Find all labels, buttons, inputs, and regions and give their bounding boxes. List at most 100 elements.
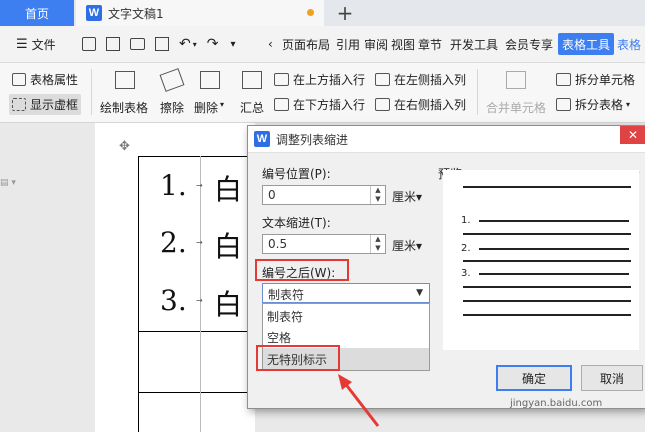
preview-line <box>463 300 631 302</box>
writer-logo-icon: W <box>254 131 270 147</box>
erase-label: 擦除 <box>160 101 185 115</box>
table-border <box>200 156 201 432</box>
spinner-arrows-icon[interactable]: ▲ ▼ <box>370 235 385 253</box>
menu-scroll-left[interactable]: ‹ <box>268 26 273 62</box>
cell-text: 白 <box>214 230 243 263</box>
insert-col-right-button[interactable]: 在右侧插入列 <box>375 96 466 113</box>
tab-document[interactable]: W 文字文稿1 <box>76 0 324 26</box>
menu-item-layout[interactable]: 页面布局 <box>282 26 330 62</box>
text-indent-input[interactable]: 0.5 ▲ ▼ <box>262 234 386 254</box>
delete-table-icon <box>200 71 220 89</box>
print-preview-icon[interactable] <box>155 37 169 51</box>
tab-home[interactable]: 首页 <box>0 0 74 26</box>
insert-col-right-label: 在右侧插入列 <box>394 98 467 112</box>
table-move-handle-icon[interactable]: ✥ <box>119 139 130 154</box>
number-position-value: 0 <box>268 188 276 202</box>
table-properties-label: 表格属性 <box>30 73 79 87</box>
preview-line <box>463 286 631 288</box>
unit-select[interactable]: 厘米▾ <box>392 188 422 205</box>
summary-label: 汇总 <box>240 101 265 115</box>
menu-bar: ☰ 文件 ↶ ▾ ↷ ▾ ‹ 页面布局 引用 审阅 视图 章节 开发工具 会员专… <box>0 26 645 63</box>
split-table-button[interactable]: 拆分表格 ▾ <box>556 96 630 113</box>
annotation-arrow-icon <box>338 374 380 427</box>
export-icon[interactable] <box>106 37 120 51</box>
menu-item-table-tools[interactable]: 表格工具 <box>558 33 615 55</box>
highlight-box <box>256 345 340 371</box>
file-menu[interactable]: ☰ 文件 <box>16 26 56 62</box>
chevron-down-icon: ▼ <box>416 288 423 298</box>
show-gridlines-button[interactable]: 显示虚框 <box>9 94 82 115</box>
preview-line <box>479 273 629 275</box>
menu-item-view[interactable]: 视图 <box>391 26 415 62</box>
summary-button[interactable]: 汇总 <box>238 69 266 117</box>
table-properties-icon <box>12 73 26 86</box>
undo-dropdown-icon[interactable]: ▾ <box>193 40 197 49</box>
nav-pane-toggle[interactable]: ▤ ▾ <box>0 178 16 188</box>
text-indent-label: 文本缩进(T): <box>262 216 331 230</box>
show-gridlines-label: 显示虚框 <box>30 98 79 112</box>
menu-item-developer[interactable]: 开发工具 <box>450 26 498 62</box>
text-indent-value: 0.5 <box>268 237 288 251</box>
chevron-down-icon: ▾ <box>626 100 631 109</box>
close-button[interactable]: ✕ <box>620 126 645 144</box>
ok-button[interactable]: 确定 <box>496 365 572 391</box>
more-icon[interactable]: ▾ <box>230 39 235 50</box>
print-icon[interactable] <box>130 38 145 50</box>
menu-item-table-style[interactable]: 表格 <box>617 26 641 62</box>
ribbon-divider <box>91 69 92 115</box>
spinner-arrows-icon[interactable]: ▲ ▼ <box>370 186 385 204</box>
document-icon: ▤ <box>0 178 9 188</box>
undo-icon[interactable]: ↶ <box>179 36 191 52</box>
insert-row-below-icon <box>274 98 289 111</box>
preview-number: 2. <box>461 243 471 254</box>
gridlines-icon <box>12 98 26 111</box>
cancel-button[interactable]: 取消 <box>581 365 643 391</box>
chevron-down-icon: ▾ <box>11 178 16 188</box>
preview-line <box>463 314 631 316</box>
option-tab[interactable]: 制表符 <box>263 305 429 327</box>
delete-button[interactable]: 删除 ▾ <box>194 69 230 117</box>
insert-col-left-icon <box>375 73 390 86</box>
insert-row-above-icon <box>274 73 289 86</box>
split-table-icon <box>556 98 571 111</box>
new-tab-button[interactable]: + <box>334 0 356 26</box>
insert-row-below-button[interactable]: 在下方插入行 <box>274 96 365 113</box>
chevron-down-icon: ▾ <box>220 100 225 109</box>
preview-line <box>479 220 629 222</box>
split-cells-button[interactable]: 拆分单元格 <box>556 71 635 88</box>
menu-item-references[interactable]: 引用 <box>336 26 360 62</box>
dialog-titlebar[interactable]: W 调整列表缩进 ✕ <box>248 126 645 153</box>
menu-item-sections[interactable]: 章节 <box>418 26 442 62</box>
menu-item-member[interactable]: 会员专享 <box>505 26 553 62</box>
dialog-title: 调整列表缩进 <box>276 132 349 147</box>
erase-button[interactable]: 擦除 <box>158 68 186 117</box>
redo-icon[interactable]: ↷ <box>207 36 219 52</box>
preview-box: 1. 2. 3. <box>443 170 639 350</box>
preview-line <box>479 248 629 250</box>
menu-item-review[interactable]: 审阅 <box>364 26 388 62</box>
insert-row-above-button[interactable]: 在上方插入行 <box>274 71 365 88</box>
list-number: 2. <box>160 226 187 259</box>
save-icon[interactable] <box>82 37 96 51</box>
merge-cells-button[interactable]: 合并单元格 <box>486 69 548 117</box>
tab-mark-icon: → <box>196 296 203 305</box>
draw-table-icon <box>115 71 135 89</box>
preview-line <box>463 260 631 262</box>
unit-select[interactable]: 厘米▾ <box>392 237 422 254</box>
insert-col-left-button[interactable]: 在左侧插入列 <box>375 71 466 88</box>
merge-cells-label: 合并单元格 <box>486 101 547 115</box>
document-title: 文字文稿1 <box>108 6 164 21</box>
table-properties-button[interactable]: 表格属性 <box>12 71 78 88</box>
draw-table-button[interactable]: 绘制表格 <box>100 69 152 117</box>
table-border <box>138 156 248 157</box>
preview-line <box>463 233 631 235</box>
split-cells-label: 拆分单元格 <box>575 73 636 87</box>
adjust-list-indent-dialog: W 调整列表缩进 ✕ 编号位置(P): 0 ▲ ▼ 厘米▾ 文本缩进(T): 0.… <box>247 125 645 409</box>
hamburger-icon: ☰ <box>16 36 28 52</box>
preview-number: 3. <box>461 268 471 279</box>
draw-table-label: 绘制表格 <box>100 101 149 115</box>
table-border <box>138 392 248 393</box>
after-number-select[interactable]: 制表符 ▼ <box>262 283 430 303</box>
insert-row-below-label: 在下方插入行 <box>293 98 366 112</box>
number-position-input[interactable]: 0 ▲ ▼ <box>262 185 386 205</box>
